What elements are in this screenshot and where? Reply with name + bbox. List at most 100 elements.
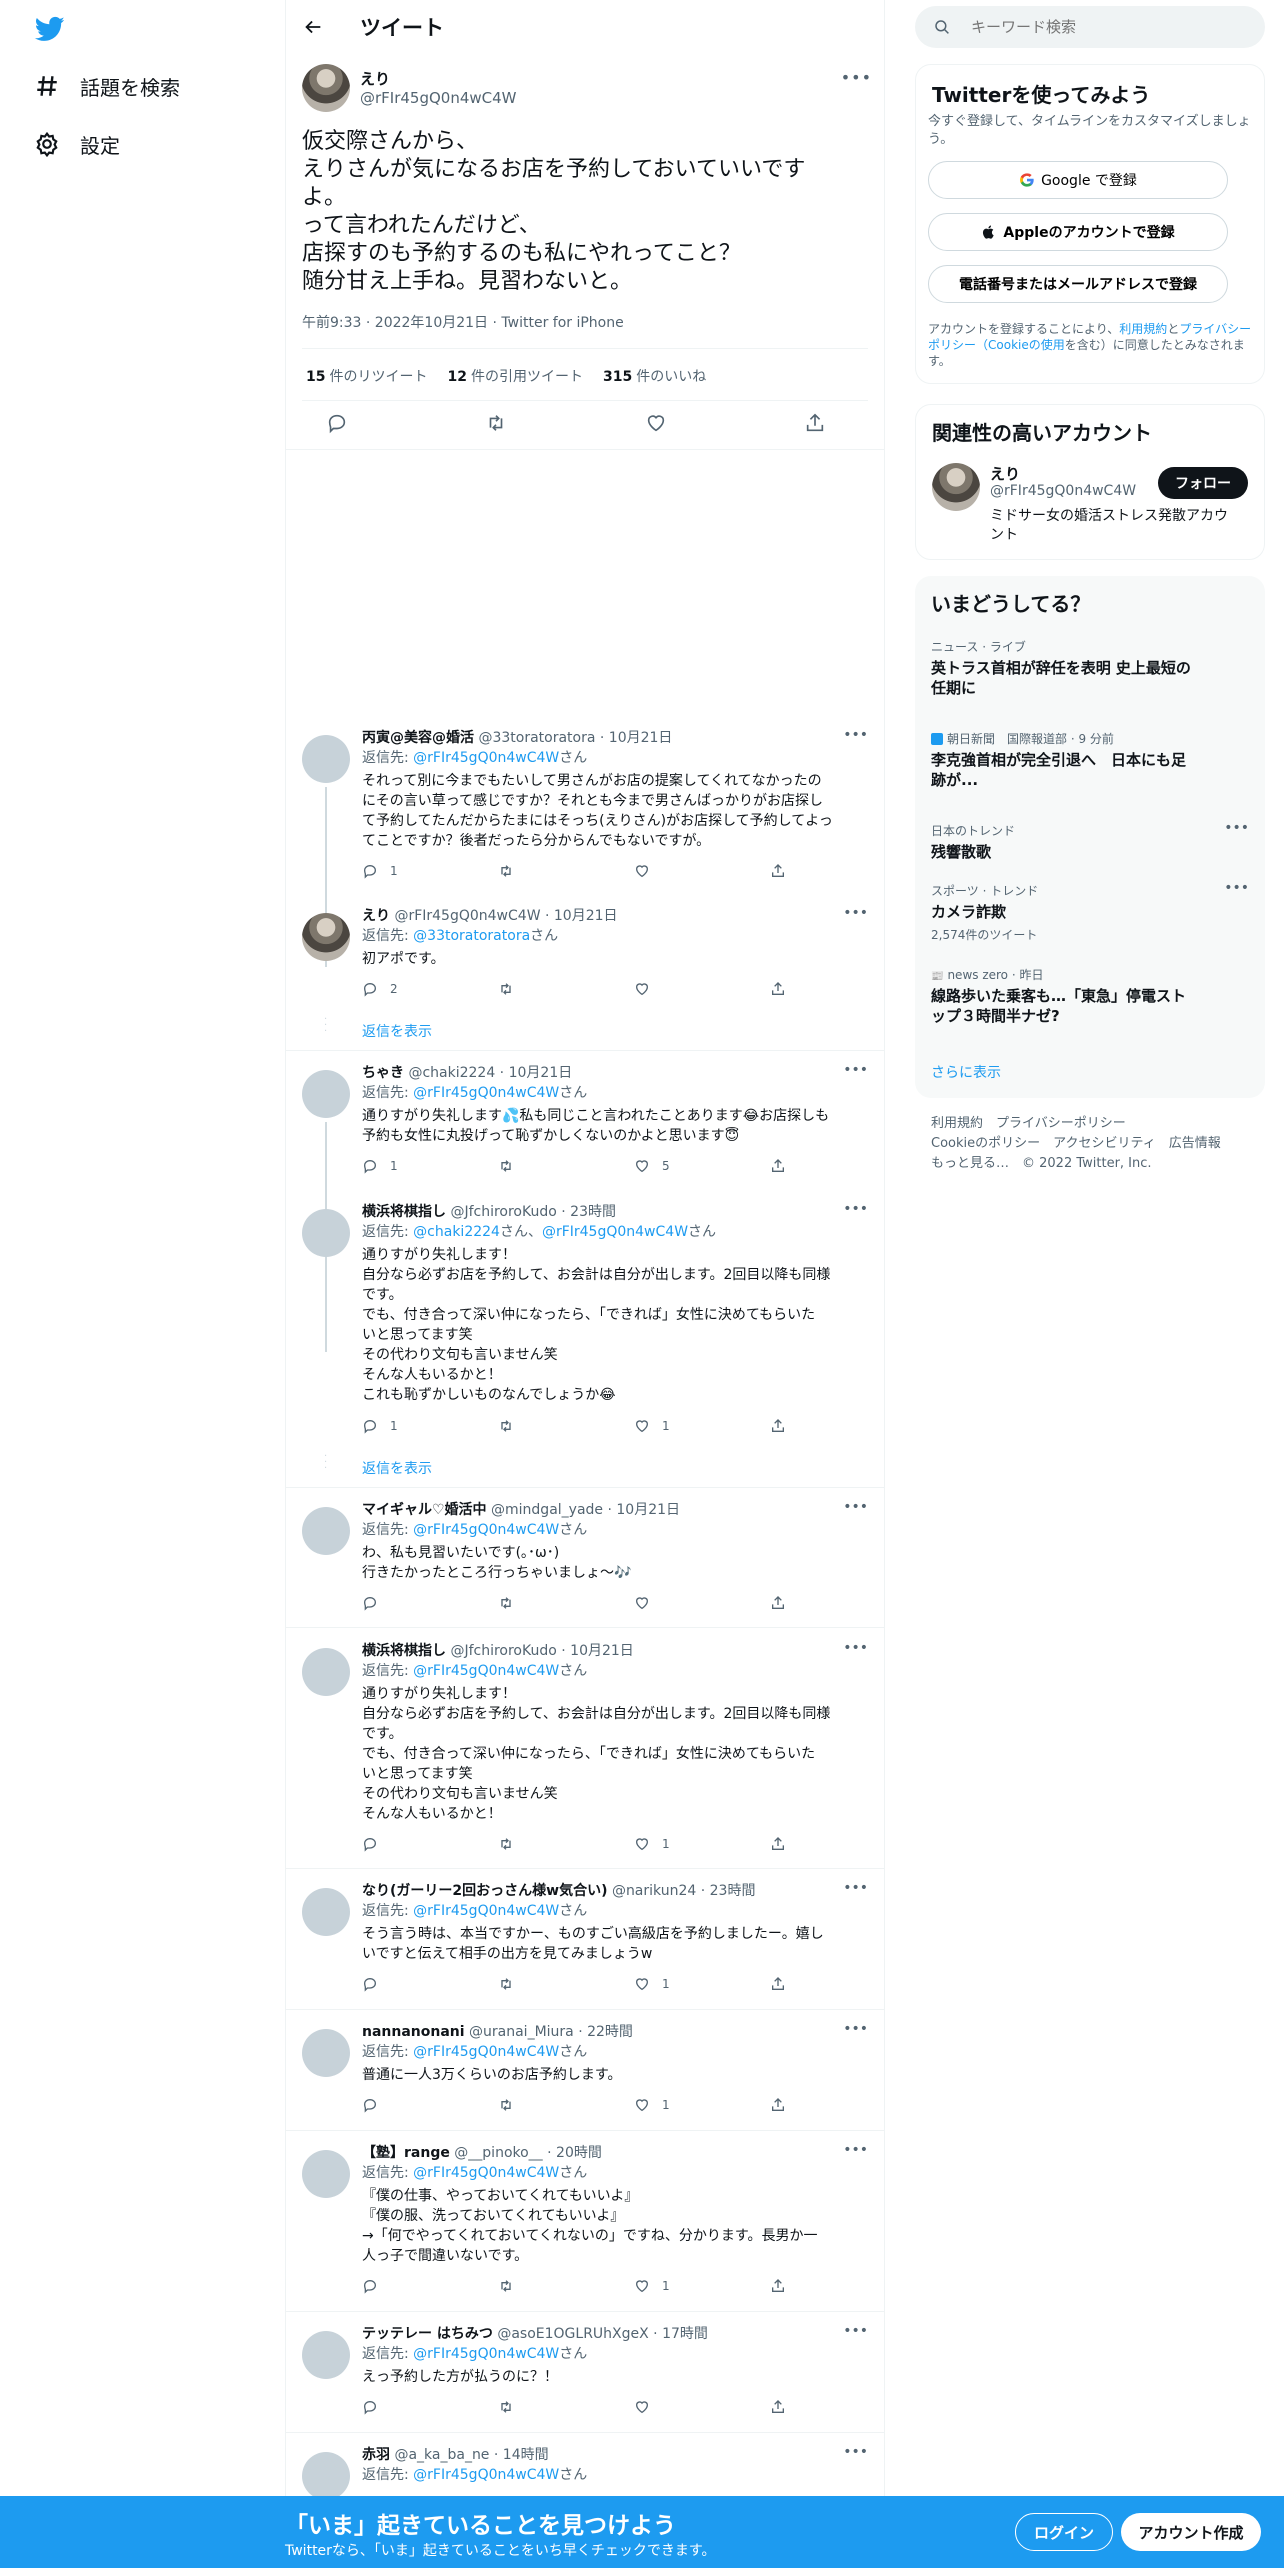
reply-time[interactable]: 10月21日 xyxy=(609,730,673,746)
share-button[interactable] xyxy=(770,2097,798,2113)
reply-time[interactable]: 17時間 xyxy=(662,2326,708,2342)
reply-button[interactable]: 1 xyxy=(362,1158,398,1174)
retweet-button[interactable] xyxy=(498,981,526,997)
reply-button[interactable] xyxy=(362,1595,390,1611)
apple-signup-button[interactable]: Appleのアカウントで登録 xyxy=(928,213,1228,251)
more-icon[interactable]: ••• xyxy=(1224,820,1249,836)
reply-to-link[interactable]: @rFIr45gQ0n4wC4W xyxy=(413,1522,559,1538)
reply-author-name[interactable]: ちゃき xyxy=(362,1065,404,1081)
like-button[interactable] xyxy=(634,1595,662,1611)
more-icon[interactable]: ••• xyxy=(843,2323,868,2339)
reply-author-handle[interactable]: @__pinoko__ xyxy=(454,2145,542,2161)
reply-to-link[interactable]: @rFIr45gQ0n4wC4W xyxy=(413,750,559,766)
show-replies-link[interactable]: 返信を表示 xyxy=(362,1021,432,1041)
show-more-trends-link[interactable]: さらに表示 xyxy=(931,1062,1001,1082)
avatar[interactable] xyxy=(302,64,350,112)
nav-settings[interactable]: 設定 xyxy=(34,124,120,164)
retweet-button[interactable] xyxy=(498,2278,526,2294)
avatar[interactable] xyxy=(302,1888,350,1936)
reply-time[interactable]: 20時間 xyxy=(556,2145,602,2161)
reply-to-link[interactable]: @rFIr45gQ0n4wC4W xyxy=(413,2165,559,2181)
share-button[interactable] xyxy=(770,1418,798,1434)
reply-author-handle[interactable]: @uranai_Miura xyxy=(469,2024,574,2040)
like-button[interactable] xyxy=(634,981,662,997)
author-handle[interactable]: @rFIr45gQ0n4wC4W xyxy=(360,89,517,107)
reply-author-handle[interactable]: @asoE1OGLRUhXgeX xyxy=(497,2326,648,2342)
share-button[interactable] xyxy=(770,981,798,997)
reply-author-handle[interactable]: @JfchiroroKudo xyxy=(450,1204,556,1220)
reply-to-link[interactable]: @rFIr45gQ0n4wC4W xyxy=(413,2467,559,2483)
retweet-button[interactable] xyxy=(498,1418,526,1434)
search-bar[interactable] xyxy=(915,6,1265,48)
footer-line[interactable]: Cookieのポリシー アクセシビリティ 広告情報 xyxy=(931,1134,1251,1154)
reply-to-link[interactable]: @rFIr45gQ0n4wC4W xyxy=(413,2346,559,2362)
retweet-button[interactable] xyxy=(498,2097,526,2113)
reply-author-name[interactable]: 横浜将棋指し xyxy=(362,1643,446,1659)
reply-author-name[interactable]: nannanonani xyxy=(362,2024,465,2040)
reply-author-name[interactable]: 横浜将棋指し xyxy=(362,1204,446,1220)
share-button[interactable] xyxy=(770,863,798,879)
retweet-button[interactable] xyxy=(498,1976,526,1992)
footer-line[interactable]: もっと見る… © 2022 Twitter, Inc. xyxy=(931,1154,1251,1174)
retweet-button[interactable] xyxy=(498,863,526,879)
like-button[interactable]: 1 xyxy=(634,1418,670,1434)
reply-time[interactable]: 10月21日 xyxy=(509,1065,573,1081)
reply-button[interactable]: 2 xyxy=(362,981,398,997)
reply-time[interactable]: 10月21日 xyxy=(570,1643,634,1659)
quote-stat[interactable]: 12 件の引用ツイート xyxy=(447,366,582,386)
reply-time[interactable]: 22時間 xyxy=(587,2024,633,2040)
more-icon[interactable]: ••• xyxy=(843,905,868,921)
more-icon[interactable]: ••• xyxy=(841,68,872,87)
reply-to-link[interactable]: @rFIr45gQ0n4wC4W xyxy=(413,1085,559,1101)
related-handle[interactable]: @rFIr45gQ0n4wC4W xyxy=(990,483,1136,499)
reply-time[interactable]: 23時間 xyxy=(710,1883,756,1899)
nav-explore[interactable]: 話題を検索 xyxy=(34,66,180,106)
show-replies-link[interactable]: 返信を表示 xyxy=(362,1458,432,1478)
reply-icon[interactable] xyxy=(326,412,348,434)
retweet-button[interactable] xyxy=(498,1595,526,1611)
avatar[interactable] xyxy=(302,913,350,961)
share-icon[interactable] xyxy=(804,412,826,434)
search-input[interactable] xyxy=(971,18,1231,36)
like-button[interactable]: 1 xyxy=(634,1836,670,1852)
reply-to-link[interactable]: @33toratoratora xyxy=(413,928,530,944)
follow-button[interactable]: フォロー xyxy=(1158,467,1248,499)
reply-author-name[interactable]: なり(ガーリー2回おっさん様w気合い) xyxy=(362,1883,607,1899)
reply-author-handle[interactable]: @JfchiroroKudo xyxy=(450,1643,556,1659)
footer-line[interactable]: 利用規約 プライバシーポリシー xyxy=(931,1114,1251,1134)
like-stat[interactable]: 315 件のいいね xyxy=(603,366,706,386)
more-icon[interactable]: ••• xyxy=(843,1201,868,1217)
reply-author-name[interactable]: 丙寅@美容@婚活 xyxy=(362,730,474,746)
tweet-timestamp[interactable]: 午前9:33 · 2022年10月21日 · Twitter for iPhon… xyxy=(302,312,624,332)
reply-to-link[interactable]: @chaki2224 xyxy=(413,1224,500,1240)
avatar[interactable] xyxy=(302,1209,350,1257)
more-icon[interactable]: ••• xyxy=(843,2142,868,2158)
related-name[interactable]: えり xyxy=(990,463,1020,484)
reply-author-handle[interactable]: @a_ka_ba_ne xyxy=(394,2447,489,2463)
avatar[interactable] xyxy=(302,2150,350,2198)
reply-time[interactable]: 23時間 xyxy=(570,1204,616,1220)
share-button[interactable] xyxy=(770,1976,798,1992)
like-button[interactable]: 1 xyxy=(634,1976,670,1992)
retweet-button[interactable] xyxy=(498,1836,526,1852)
reply-time[interactable]: 14時間 xyxy=(503,2447,549,2463)
avatar[interactable] xyxy=(302,1070,350,1118)
share-button[interactable] xyxy=(770,1158,798,1174)
back-arrow-icon[interactable] xyxy=(302,16,324,38)
login-button[interactable]: ログイン xyxy=(1015,2513,1113,2551)
more-icon[interactable]: ••• xyxy=(843,1499,868,1515)
share-button[interactable] xyxy=(770,2278,798,2294)
reply-author-handle[interactable]: @rFIr45gQ0n4wC4W xyxy=(394,908,540,924)
more-icon[interactable]: ••• xyxy=(843,1640,868,1656)
reply-to-link[interactable]: @rFIr45gQ0n4wC4W xyxy=(413,1663,559,1679)
share-button[interactable] xyxy=(770,1595,798,1611)
reply-author-handle[interactable]: @mindgal_yade xyxy=(491,1502,603,1518)
reply-button[interactable] xyxy=(362,2399,390,2415)
avatar[interactable] xyxy=(302,2452,350,2500)
signup-button[interactable]: アカウント作成 xyxy=(1121,2513,1261,2551)
reply-author-name[interactable]: 【塾】range xyxy=(362,2145,450,2161)
reply-author-handle[interactable]: @chaki2224 xyxy=(408,1065,495,1081)
like-button[interactable]: 1 xyxy=(634,2097,670,2113)
avatar[interactable] xyxy=(302,2029,350,2077)
retweet-stat[interactable]: 15 件のリツイート xyxy=(306,366,427,386)
